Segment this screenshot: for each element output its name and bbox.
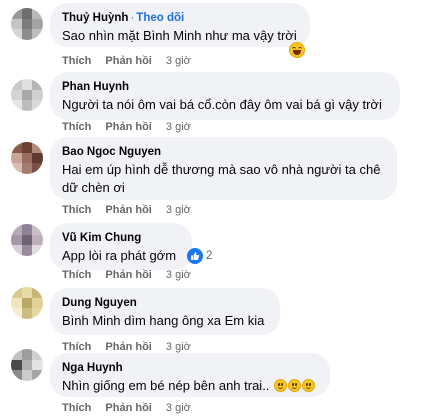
comment-actions: Thích Phản hồi 3 giờ (62, 55, 191, 67)
comment-bubble: Vũ Kim Chung App lòi ra phát gớm (50, 223, 192, 270)
comment-text: Sao nhìn mặt Bình Minh như ma vậy trời (62, 28, 297, 43)
comment-time[interactable]: 3 giờ (166, 269, 191, 281)
avatar[interactable] (11, 224, 43, 256)
reply-button[interactable]: Phản hồi (105, 55, 151, 67)
smile-emoji-icon (288, 379, 302, 392)
reply-button[interactable]: Phản hồi (105, 402, 151, 414)
comment-actions: Thích Phản hồi 3 giờ (62, 121, 191, 133)
reply-button[interactable]: Phản hồi (105, 341, 151, 353)
comment-bubble: Thuỷ Huỳnh · Theo dõi Sao nhìn mặt Bình Mi… (50, 3, 310, 47)
comment-time[interactable]: 3 giờ (166, 402, 191, 414)
comment-text: Bình Minh dìm hang ông xa Em kia (62, 313, 265, 328)
comment-text-line: dữ chèn ơi (62, 180, 125, 195)
laughing-emoji-icon (289, 42, 305, 58)
smile-emoji-icon (274, 379, 288, 392)
smile-emoji-icon (302, 379, 316, 392)
comment-author[interactable]: Vũ Kim Chung (62, 230, 180, 246)
avatar[interactable] (11, 8, 43, 40)
reaction-count-value: 2 (206, 250, 213, 262)
avatar[interactable] (11, 142, 43, 174)
comment-author[interactable]: Thuỷ Huỳnh (62, 12, 128, 24)
separator-dot: · (130, 12, 135, 24)
like-button[interactable]: Thích (62, 402, 91, 414)
comment-actions: Thích Phản hồi 3 giờ (62, 341, 191, 353)
comment-author[interactable]: Phan Huynh (62, 79, 388, 95)
comment-time[interactable]: 3 giờ (166, 341, 191, 353)
comment-actions: Thích Phản hồi 3 giờ (62, 204, 191, 216)
comment-bubble: Dung Nguyen Bình Minh dìm hang ông xa Em… (50, 288, 280, 335)
reaction-count[interactable]: 2 (187, 248, 212, 264)
like-button[interactable]: Thích (62, 341, 91, 353)
comment-actions: Thích Phản hồi 3 giờ (62, 402, 191, 414)
comment-time[interactable]: 3 giờ (166, 204, 191, 216)
like-button[interactable]: Thích (62, 121, 91, 133)
comment-text: Người ta nói ôm vai bá cổ.còn đây ôm vai… (62, 97, 382, 112)
reply-button[interactable]: Phản hồi (105, 204, 151, 216)
comment-actions: Thích Phản hồi 3 giờ (62, 269, 191, 281)
reply-button[interactable]: Phản hồi (105, 121, 151, 133)
like-thumb-icon (187, 248, 203, 264)
comment-author[interactable]: Dung Nguyen (62, 295, 268, 311)
comment-author[interactable]: Bao Ngoc Nguyen (62, 144, 385, 160)
avatar[interactable] (11, 79, 43, 111)
like-button[interactable]: Thích (62, 269, 91, 281)
comment-time[interactable]: 3 giờ (166, 121, 191, 133)
like-button[interactable]: Thích (62, 204, 91, 216)
comment-text: Nhìn giống em bé nép bên anh trai.. (62, 378, 270, 393)
reply-button[interactable]: Phản hồi (105, 269, 151, 281)
comment-text-line: Hai em úp hình dễ thương mà sao vô nhà n… (62, 162, 381, 177)
comment-bubble: Phan Huynh Người ta nói ôm vai bá cổ.còn… (50, 72, 400, 120)
comment-time[interactable]: 3 giờ (166, 55, 191, 67)
follow-link[interactable]: Theo dõi (136, 12, 184, 24)
comment-bubble: Nga Huynh Nhìn giống em bé nép bên anh t… (50, 353, 330, 397)
like-button[interactable]: Thích (62, 55, 91, 67)
avatar[interactable] (11, 287, 43, 319)
comment-author[interactable]: Nga Huynh (62, 360, 318, 376)
comment-text: App lòi ra phát gớm (62, 248, 177, 263)
avatar[interactable] (11, 349, 43, 381)
comment-bubble: Bao Ngoc Nguyen Hai em úp hình dễ thương… (50, 137, 397, 200)
